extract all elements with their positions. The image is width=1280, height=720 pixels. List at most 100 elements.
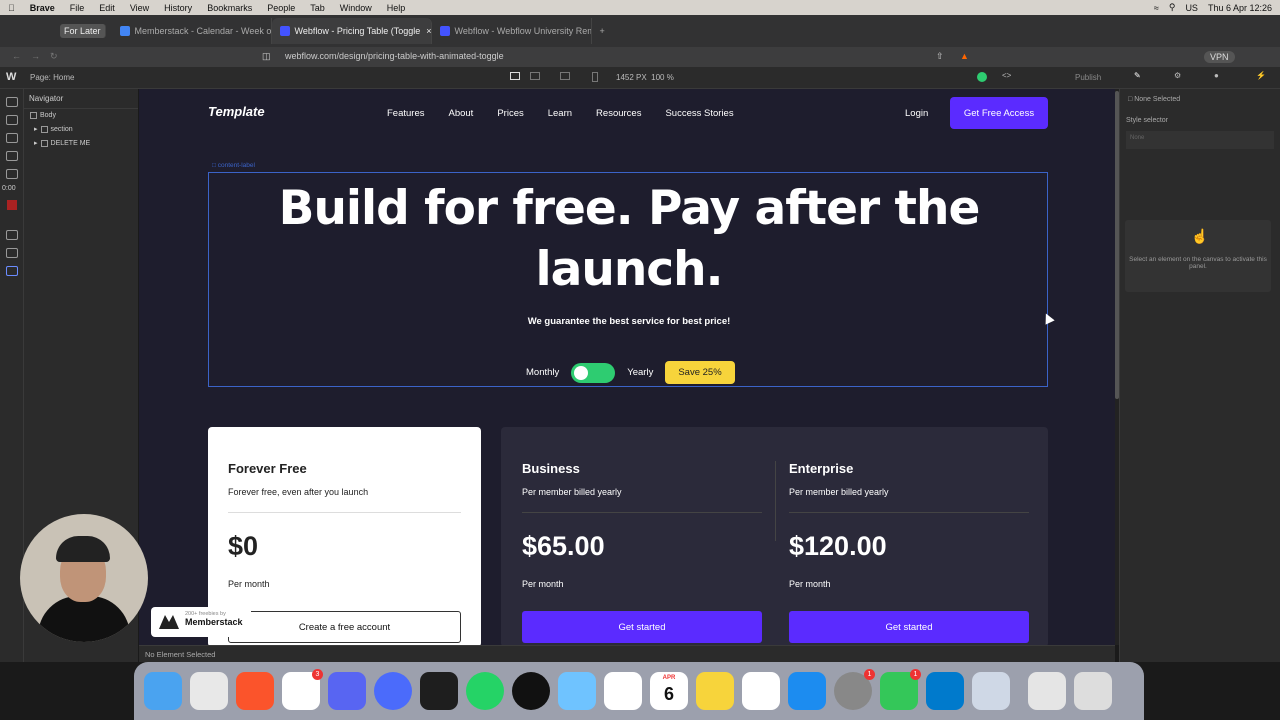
caret-right-icon[interactable]: ▸: [34, 139, 38, 147]
bookmark-icon[interactable]: ◫: [262, 51, 271, 62]
get-started-business-button[interactable]: Get started: [522, 611, 762, 643]
div-icon: [40, 139, 48, 147]
tab-webflow-university[interactable]: Webflow - Webflow University Rem: [432, 18, 592, 44]
tab-webflow-pricing[interactable]: Webflow - Pricing Table (Toggle ×: [271, 18, 432, 44]
recording-timer: 0:00: [2, 185, 16, 192]
landscape-breakpoint-icon[interactable]: [560, 72, 570, 80]
menu-help[interactable]: Help: [387, 3, 406, 13]
interactions-icon[interactable]: ●: [1214, 71, 1219, 80]
navigator-icon[interactable]: [6, 133, 18, 143]
nav-row-delete-me[interactable]: ▸ DELETE ME: [24, 136, 138, 150]
menu-edit[interactable]: Edit: [99, 3, 115, 13]
brave-shields-icon[interactable]: ▲: [960, 51, 969, 61]
menu-history[interactable]: History: [164, 3, 192, 13]
nav-link-about[interactable]: About: [449, 108, 474, 119]
plan-name: Forever Free: [228, 461, 307, 476]
assets-icon[interactable]: [6, 230, 18, 240]
page-selector[interactable]: Page: Home: [30, 73, 74, 82]
menubar-clock[interactable]: Thu 6 Apr 12:26: [1208, 3, 1272, 13]
caret-right-icon[interactable]: ▸: [34, 125, 38, 133]
back-forward-reload-icons[interactable]: ←→↻: [12, 51, 68, 62]
nav-row-section[interactable]: ▸ section: [24, 122, 138, 136]
settings-icon[interactable]: 1: [834, 669, 875, 710]
publish-button[interactable]: Publish: [1075, 73, 1101, 82]
plan-divider: [228, 512, 461, 513]
yearly-label[interactable]: Yearly: [627, 367, 653, 378]
lightning-icon[interactable]: ⚡: [1256, 71, 1266, 80]
monthly-label[interactable]: Monthly: [526, 367, 559, 378]
reminders-icon[interactable]: [604, 672, 642, 710]
memberstack-badge[interactable]: 200+ freebies by Memberstack: [151, 607, 251, 637]
create-free-account-button[interactable]: Create a free account: [228, 611, 461, 643]
desktop-breakpoint-icon[interactable]: [510, 72, 520, 80]
hero-content-block[interactable]: Build for free. Pay after the launch. We…: [208, 172, 1048, 387]
stop-recording-icon[interactable]: [7, 200, 17, 210]
finsweet-icon[interactable]: [6, 266, 18, 276]
components-icon[interactable]: [6, 115, 18, 125]
finder-icon[interactable]: [144, 672, 182, 710]
nav-link-learn[interactable]: Learn: [548, 108, 572, 119]
tab-memberstack-calendar[interactable]: Memberstack - Calendar - Week of: [112, 18, 272, 44]
tab-group-for-later[interactable]: For Later: [60, 24, 106, 38]
webflow-logo[interactable]: W: [6, 71, 16, 83]
appstore-icon[interactable]: [788, 672, 826, 710]
tablet-breakpoint-icon[interactable]: [530, 72, 540, 80]
nav-link-resources[interactable]: Resources: [596, 108, 641, 119]
trash-icon[interactable]: [1074, 672, 1112, 710]
share-icon[interactable]: ⇧: [936, 51, 944, 62]
presenter-webcam: [20, 514, 148, 642]
billing-toggle-switch[interactable]: [571, 362, 616, 383]
maps-icon[interactable]: [558, 672, 596, 710]
perplexity-icon[interactable]: [374, 672, 412, 710]
nav-link-prices[interactable]: Prices: [497, 108, 523, 119]
vpn-button[interactable]: VPN: [1204, 51, 1235, 63]
cms-icon[interactable]: [6, 169, 18, 179]
menu-tab[interactable]: Tab: [310, 3, 325, 13]
preview-icon[interactable]: [972, 672, 1010, 710]
wifi-icon[interactable]: ≈: [1154, 3, 1159, 13]
input-source[interactable]: US: [1185, 3, 1198, 13]
menu-app-name[interactable]: Brave: [30, 3, 55, 13]
section-icon: [40, 125, 48, 133]
calendar-icon[interactable]: APR 6: [650, 672, 688, 710]
get-free-access-button[interactable]: Get Free Access: [950, 97, 1048, 129]
slack-icon[interactable]: 3: [282, 669, 323, 710]
plan-description: Per member billed yearly: [522, 487, 622, 497]
brave-icon[interactable]: [236, 672, 274, 710]
add-element-icon[interactable]: [6, 97, 18, 107]
freeform-icon[interactable]: [742, 672, 780, 710]
settings-icon[interactable]: [6, 248, 18, 258]
nav-link-success-stories[interactable]: Success Stories: [665, 108, 733, 119]
get-started-enterprise-button[interactable]: Get started: [789, 611, 1029, 643]
vscode-icon[interactable]: [926, 672, 964, 710]
menu-bookmarks[interactable]: Bookmarks: [207, 3, 252, 13]
site-logo[interactable]: Template: [208, 104, 265, 119]
settings-gear-icon[interactable]: ⚙: [1174, 71, 1181, 80]
downloads-icon[interactable]: [1028, 672, 1066, 710]
menu-people[interactable]: People: [267, 3, 295, 13]
style-brush-icon[interactable]: ✎: [1134, 71, 1141, 80]
nav-row-body[interactable]: Body: [24, 109, 138, 122]
url-field[interactable]: webflow.com/design/pricing-table-with-an…: [285, 51, 504, 61]
spotify-icon[interactable]: [512, 672, 550, 710]
nav-link-features[interactable]: Features: [387, 108, 425, 119]
browser-tabbar: For Later Memberstack - Calendar - Week …: [0, 15, 1280, 47]
style-selector-input[interactable]: None: [1126, 131, 1274, 149]
figma-icon[interactable]: [420, 672, 458, 710]
messages-icon[interactable]: 1: [880, 669, 921, 710]
code-icon[interactable]: <>: [1002, 71, 1011, 80]
login-link[interactable]: Login: [905, 108, 928, 119]
mobile-breakpoint-icon[interactable]: [592, 72, 598, 82]
search-icon[interactable]: ⚲: [1169, 2, 1176, 13]
menu-view[interactable]: View: [130, 3, 149, 13]
apple-icon[interactable]: : [8, 3, 15, 13]
pages-icon[interactable]: [6, 151, 18, 161]
launchpad-icon[interactable]: [190, 672, 228, 710]
whatsapp-icon[interactable]: [466, 672, 504, 710]
menu-file[interactable]: File: [70, 3, 85, 13]
discord-icon[interactable]: [328, 672, 366, 710]
designer-canvas[interactable]: Template Features About Prices Learn Res…: [139, 89, 1115, 645]
menu-window[interactable]: Window: [340, 3, 372, 13]
new-tab-button[interactable]: +: [592, 18, 613, 44]
notes-icon[interactable]: [696, 672, 734, 710]
